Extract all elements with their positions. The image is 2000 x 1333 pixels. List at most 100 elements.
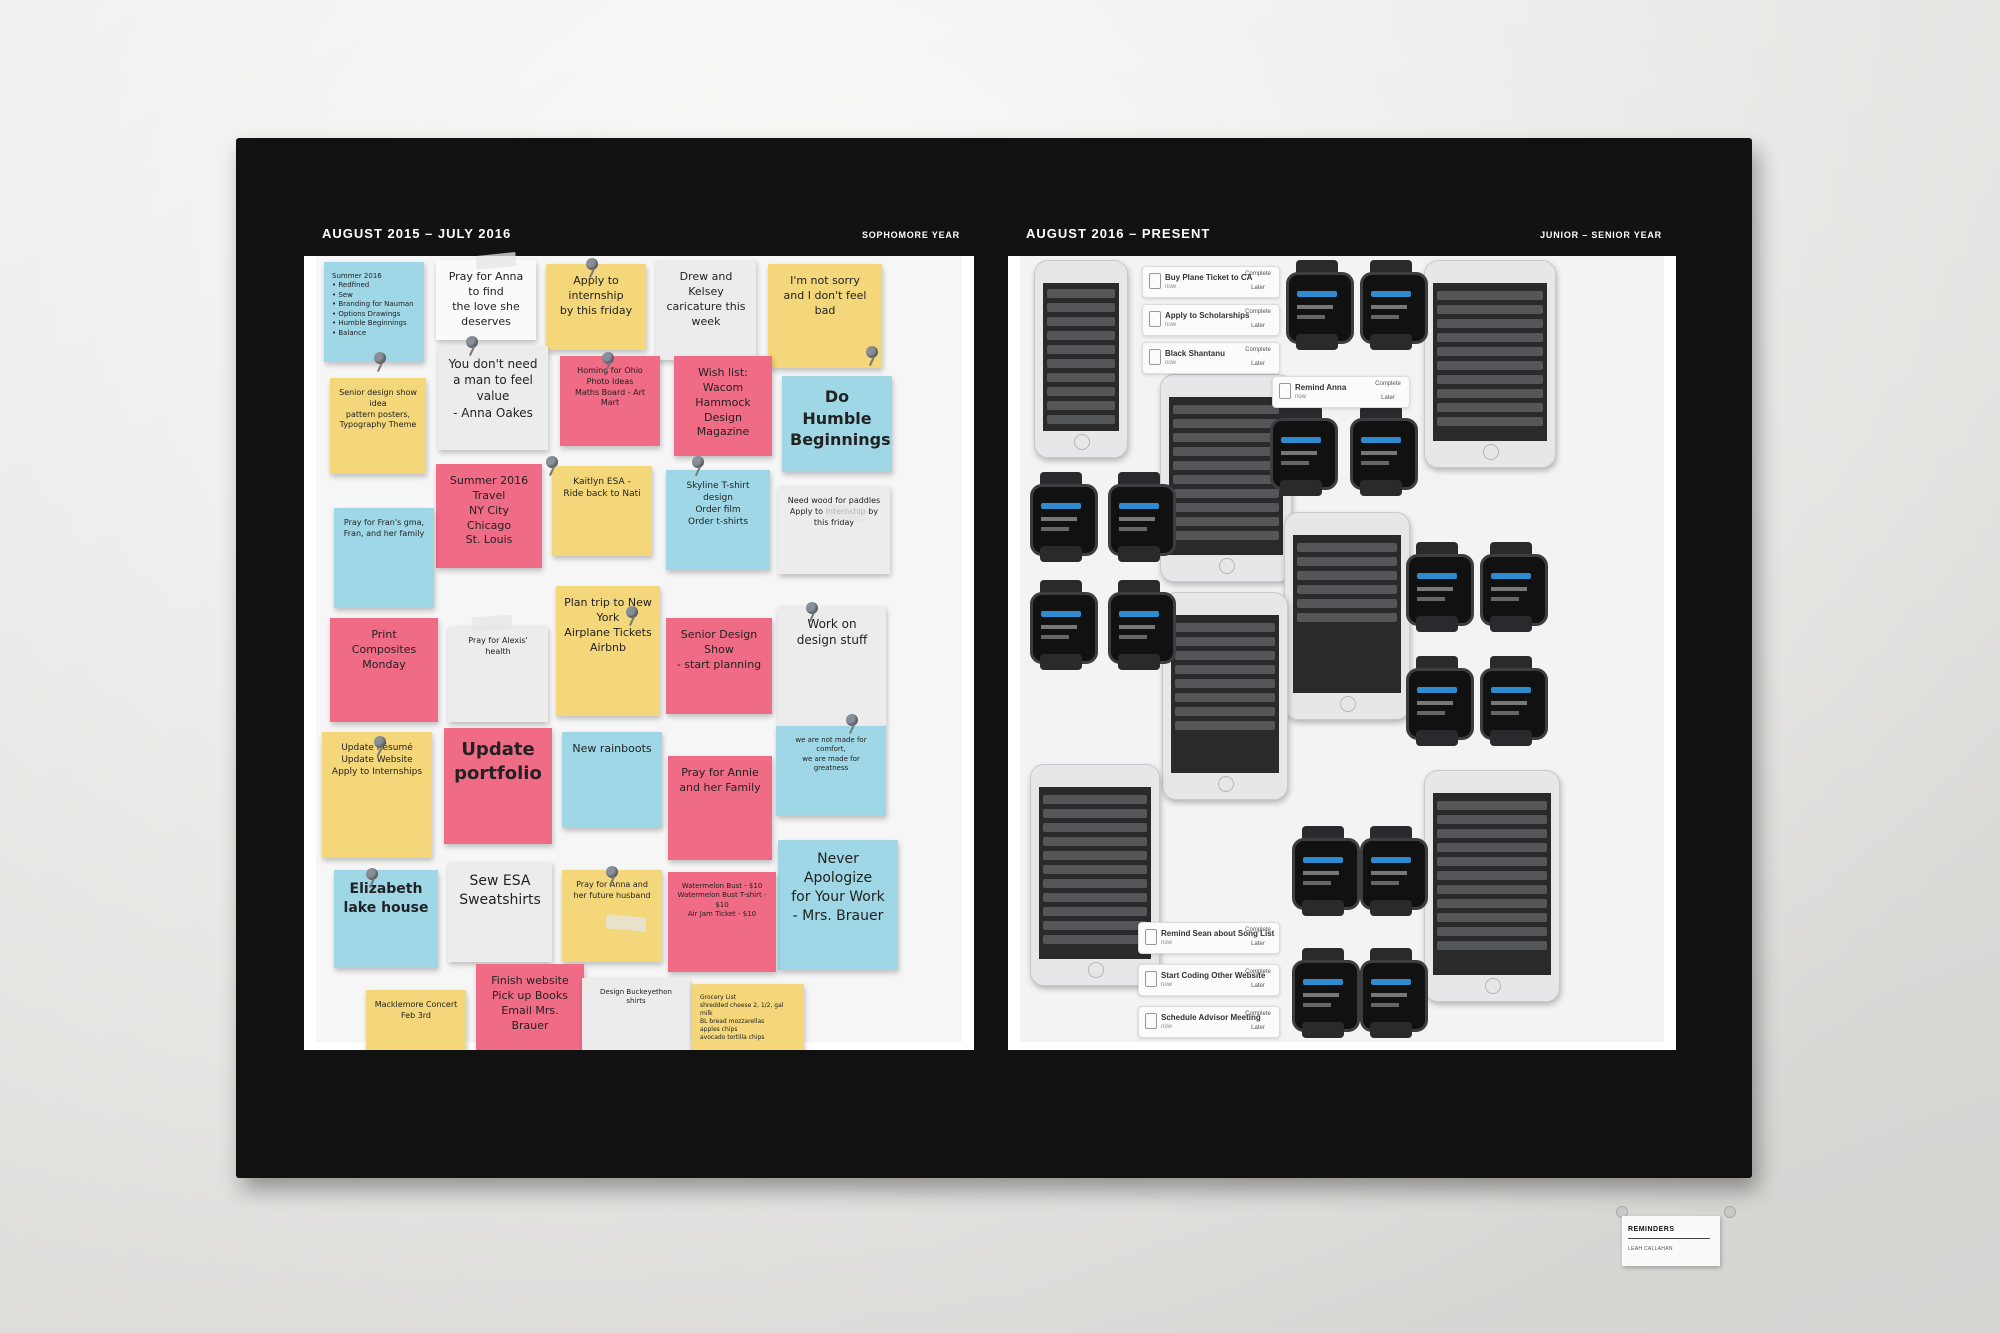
push-pin-icon: [806, 602, 818, 614]
push-pin-icon: [374, 352, 386, 364]
reminder-app-icon: [1145, 929, 1157, 945]
watch-mockup: [1288, 826, 1360, 916]
sticky-note: Pray for Alexis' health: [448, 626, 548, 722]
sticky-note: Pray for Annie and her Family: [668, 756, 772, 860]
push-pin-icon: [626, 606, 638, 618]
complete-button[interactable]: Complete: [1243, 309, 1273, 315]
sticky-note: Do Humble Beginnings: [782, 376, 892, 472]
reminder-banner: Schedule Advisor Meeting now Complete La…: [1138, 1006, 1280, 1038]
later-button[interactable]: Later: [1243, 983, 1273, 989]
reminder-banner: Apply to Scholarships now Complete Later: [1142, 304, 1280, 336]
sticky-note: Macklemore Concert Feb 3rd: [366, 990, 466, 1050]
push-pin-icon: [374, 736, 386, 748]
sticky-note: Plan trip to New York Airplane Tickets A…: [556, 586, 660, 716]
reminder-app-icon: [1149, 273, 1161, 289]
wall-label-divider: [1628, 1238, 1710, 1239]
reminder-banner: Start Coding Other Website now Complete …: [1138, 964, 1280, 996]
later-button[interactable]: Later: [1243, 941, 1273, 947]
sticky-note: Never Apologize for Your Work - Mrs. Bra…: [778, 840, 898, 970]
sticky-note: Apply to internship by this friday: [546, 264, 646, 350]
reminder-banner: Remind Sean about Song List now Complete…: [1138, 922, 1280, 954]
push-pin-icon: [692, 456, 704, 468]
sticky-note: Homing for Ohio Photo Ideas Maths Board …: [560, 356, 660, 446]
watch-mockup: [1356, 826, 1428, 916]
phone-mockup: [1034, 260, 1128, 458]
watch-mockup: [1356, 260, 1428, 350]
later-button[interactable]: Later: [1243, 323, 1273, 329]
left-year-label: SOPHOMORE YEAR: [861, 230, 960, 240]
sticky-note: Summer 2016 Travel NY City Chicago St. L…: [436, 464, 542, 568]
complete-button[interactable]: Complete: [1373, 381, 1403, 387]
watch-mockup: [1288, 948, 1360, 1038]
later-button[interactable]: Later: [1243, 1025, 1273, 1031]
watch-mockup: [1402, 656, 1474, 746]
sticky-note: Design Buckeyethon shirts: [582, 978, 690, 1050]
device-mockup-board: Buy Plane Ticket to CA now Complete Late…: [1020, 256, 1664, 1042]
later-button[interactable]: Later: [1243, 285, 1273, 291]
watch-mockup: [1282, 260, 1354, 350]
sticky-note: Drew and Kelsey caricature this week: [656, 260, 756, 360]
sticky-note: Work on design stuff: [778, 606, 886, 726]
phone-mockup: [1424, 770, 1560, 1002]
sticky-note: Grocery List shredded cheese 2, 1/2, gal…: [692, 984, 804, 1050]
push-pin-icon: [366, 868, 378, 880]
watch-mockup: [1026, 472, 1098, 562]
push-pin-icon: [866, 346, 878, 358]
sticky-note: Sew ESA Sweatshirts: [448, 862, 552, 962]
wall-label-author: LEAH CALLAHAN: [1628, 1246, 1673, 1252]
watch-mockup: [1026, 580, 1098, 670]
right-poster-header: AUGUST 2016 – PRESENT JUNIOR – SENIOR YE…: [1008, 186, 1676, 256]
sticky-note: Finish website Pick up Books Email Mrs. …: [476, 964, 584, 1050]
sticky-note: Update Résumé Update Website Apply to In…: [322, 732, 432, 858]
wall-label-title: REMINDERS: [1628, 1226, 1675, 1233]
reminder-app-icon: [1145, 971, 1157, 987]
later-button[interactable]: Later: [1373, 395, 1403, 401]
sticky-note: Print Composites Monday: [330, 618, 438, 722]
right-year-label: JUNIOR – SENIOR YEAR: [1540, 230, 1662, 240]
push-pin-icon: [546, 456, 558, 468]
sticky-note: Senior design show idea pattern posters,…: [330, 378, 426, 474]
watch-mockup: [1266, 406, 1338, 496]
complete-button[interactable]: Complete: [1243, 927, 1273, 933]
push-pin-icon: [586, 258, 598, 270]
sticky-note: Pray for Anna to find the love she deser…: [436, 260, 536, 340]
sticky-note: Pray for Fran's gma, Fran, and her famil…: [334, 508, 434, 608]
push-pin-icon: [606, 866, 618, 878]
sticky-note: Summer 2016 • Redfined • Sew • Branding …: [324, 262, 424, 362]
phone-mockup: [1162, 592, 1288, 800]
reminder-app-icon: [1149, 311, 1161, 327]
sticky-note: I'm not sorry and I don't feel bad: [768, 264, 882, 368]
reminder-banner: Remind Anna now Complete Later: [1272, 376, 1410, 408]
sticky-note: Elizabeth lake house: [334, 870, 438, 968]
complete-button[interactable]: Complete: [1243, 969, 1273, 975]
left-date-range: AUGUST 2015 – JULY 2016: [322, 226, 512, 241]
phone-mockup: [1424, 260, 1556, 468]
reminder-app-icon: [1145, 1013, 1157, 1029]
complete-button[interactable]: Complete: [1243, 1011, 1273, 1017]
watch-mockup: [1356, 948, 1428, 1038]
watch-mockup: [1476, 542, 1548, 632]
wall-label-card: REMINDERS LEAH CALLAHAN: [1622, 1216, 1720, 1266]
sticky-note: Watermelon Bust - $10 Watermelon Bust T-…: [668, 872, 776, 972]
reminder-app-icon: [1279, 383, 1291, 399]
watch-mockup: [1476, 656, 1548, 746]
sticky-note: we are not made for comfort, we are made…: [776, 726, 886, 816]
reminder-app-icon: [1149, 349, 1161, 365]
sticky-note: Update portfolio: [444, 728, 552, 844]
watch-mockup: [1104, 472, 1176, 562]
sticky-note: Skyline T-shirt design Order film Order …: [666, 470, 770, 570]
left-poster: AUGUST 2015 – JULY 2016 SOPHOMORE YEAR S…: [304, 186, 974, 1050]
sticky-note: Wish list: Wacom Hammock Design Magazine: [674, 356, 772, 456]
complete-button[interactable]: Complete: [1243, 271, 1273, 277]
later-button[interactable]: Later: [1243, 361, 1273, 367]
sticky-note: New rainboots: [562, 732, 662, 828]
watch-mockup: [1402, 542, 1474, 632]
phone-mockup: [1284, 512, 1410, 720]
push-pin-icon: [846, 714, 858, 726]
complete-button[interactable]: Complete: [1243, 347, 1273, 353]
sticky-note: You don't need a man to feel value - Ann…: [438, 346, 548, 450]
watch-mockup: [1104, 580, 1176, 670]
sticky-note: Need wood for paddles Apply to internshi…: [778, 486, 890, 574]
sticky-note: Kaitlyn ESA - Ride back to Nati: [552, 466, 652, 556]
reminder-banner: Black Shantanu now Complete Later: [1142, 342, 1280, 374]
